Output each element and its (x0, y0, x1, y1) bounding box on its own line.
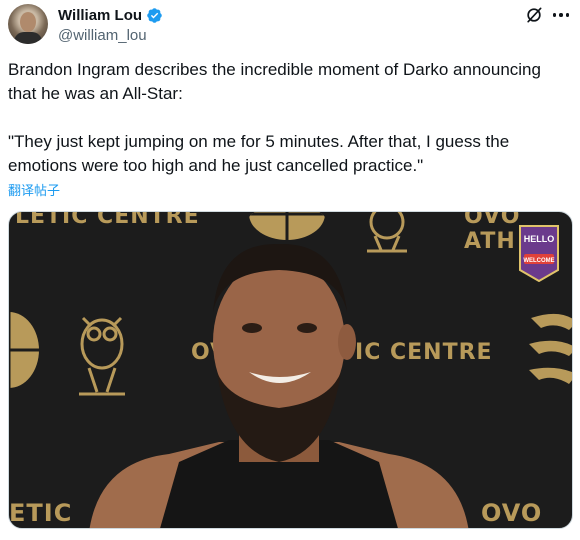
wall-text-bottom-left: ETIC (9, 499, 73, 527)
hello-welcome-badge-icon: HELLO WELCOME (519, 225, 559, 282)
wall-text-bottom-right: OVO AT (481, 499, 543, 528)
wall-text-top-left: LETIC CENTRE (15, 211, 200, 229)
tweet-paragraph-1: Brandon Ingram describes the incredible … (8, 60, 541, 103)
tweet-text: Brandon Ingram describes the incredible … (8, 58, 568, 178)
author-name-row: William Lou (58, 7, 163, 24)
person-portrait (89, 243, 469, 528)
badge-text-hello: HELLO (524, 234, 555, 244)
tweet-header: William Lou @william_lou (8, 4, 572, 48)
author-handle[interactable]: @william_lou (58, 27, 147, 44)
grok-icon[interactable] (524, 5, 544, 25)
author-name[interactable]: William Lou (58, 7, 142, 24)
avatar-shirt (14, 32, 42, 44)
translate-post-link[interactable]: 翻译帖子 (8, 180, 60, 199)
avatar-face (20, 12, 36, 32)
more-icon[interactable] (550, 7, 572, 23)
basketball-left-icon (9, 312, 39, 388)
tweet-paragraph-2: "They just kept jumping on me for 5 minu… (8, 132, 510, 175)
tweet-media-image[interactable]: LETIC CENTRE OVO ATH OV TIC CENTRE ETIC … (8, 211, 573, 529)
badge-text-welcome: WELCOME (523, 258, 554, 264)
avatar[interactable] (8, 4, 48, 44)
verified-badge-icon (147, 8, 162, 23)
claw-logo-right-icon (529, 313, 572, 384)
